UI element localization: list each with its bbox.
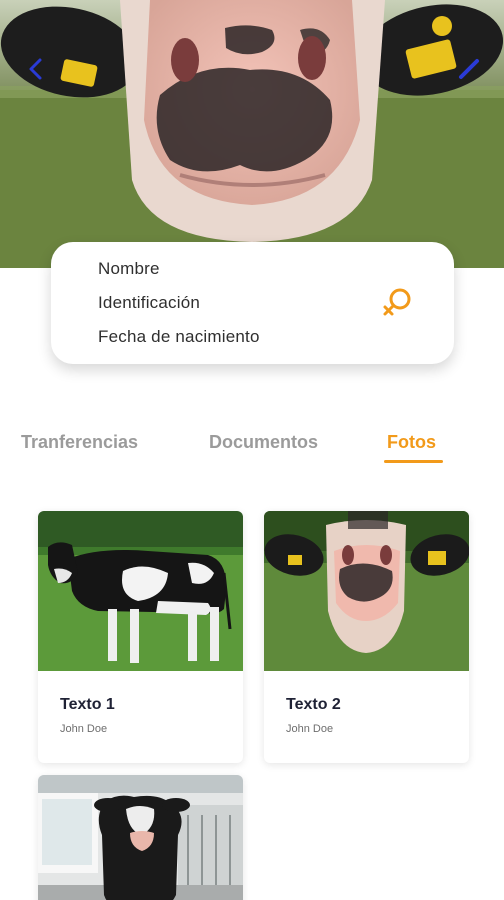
pencil-icon [459,59,479,79]
photo-title: Texto 2 [286,696,341,713]
photo-author: John Doe [286,723,334,735]
animal-info-card: Nombre Identificación Fecha de nacimient… [51,242,454,364]
birth-date-label: Fecha de nacimiento [98,327,260,346]
active-tab-indicator [384,460,443,463]
section-tabs: Tranferencias Documentos Fotos [0,430,504,470]
photo-title: Texto 1 [60,696,115,713]
hero-image [0,0,504,268]
cow-in-barn-photo [38,775,243,900]
back-button[interactable] [18,52,52,86]
edit-button[interactable] [452,52,486,86]
tab-documentos[interactable]: Documentos [209,432,318,453]
female-symbol-icon [383,288,411,316]
photo-card[interactable]: Texto 2 John Doe [264,511,469,763]
name-label: Nombre [98,259,160,278]
identification-label: Identificación [98,293,201,312]
tab-transferencias[interactable]: Tranferencias [21,432,138,453]
photo-card[interactable] [38,775,243,900]
chevron-left-icon [29,58,42,80]
cow-standing-photo [38,511,243,671]
photo-card[interactable]: Texto 1 John Doe [38,511,243,763]
cow-closeup-image [0,0,504,268]
tab-fotos[interactable]: Fotos [387,432,436,453]
cow-face-photo [264,511,469,671]
photo-author: John Doe [60,723,108,735]
